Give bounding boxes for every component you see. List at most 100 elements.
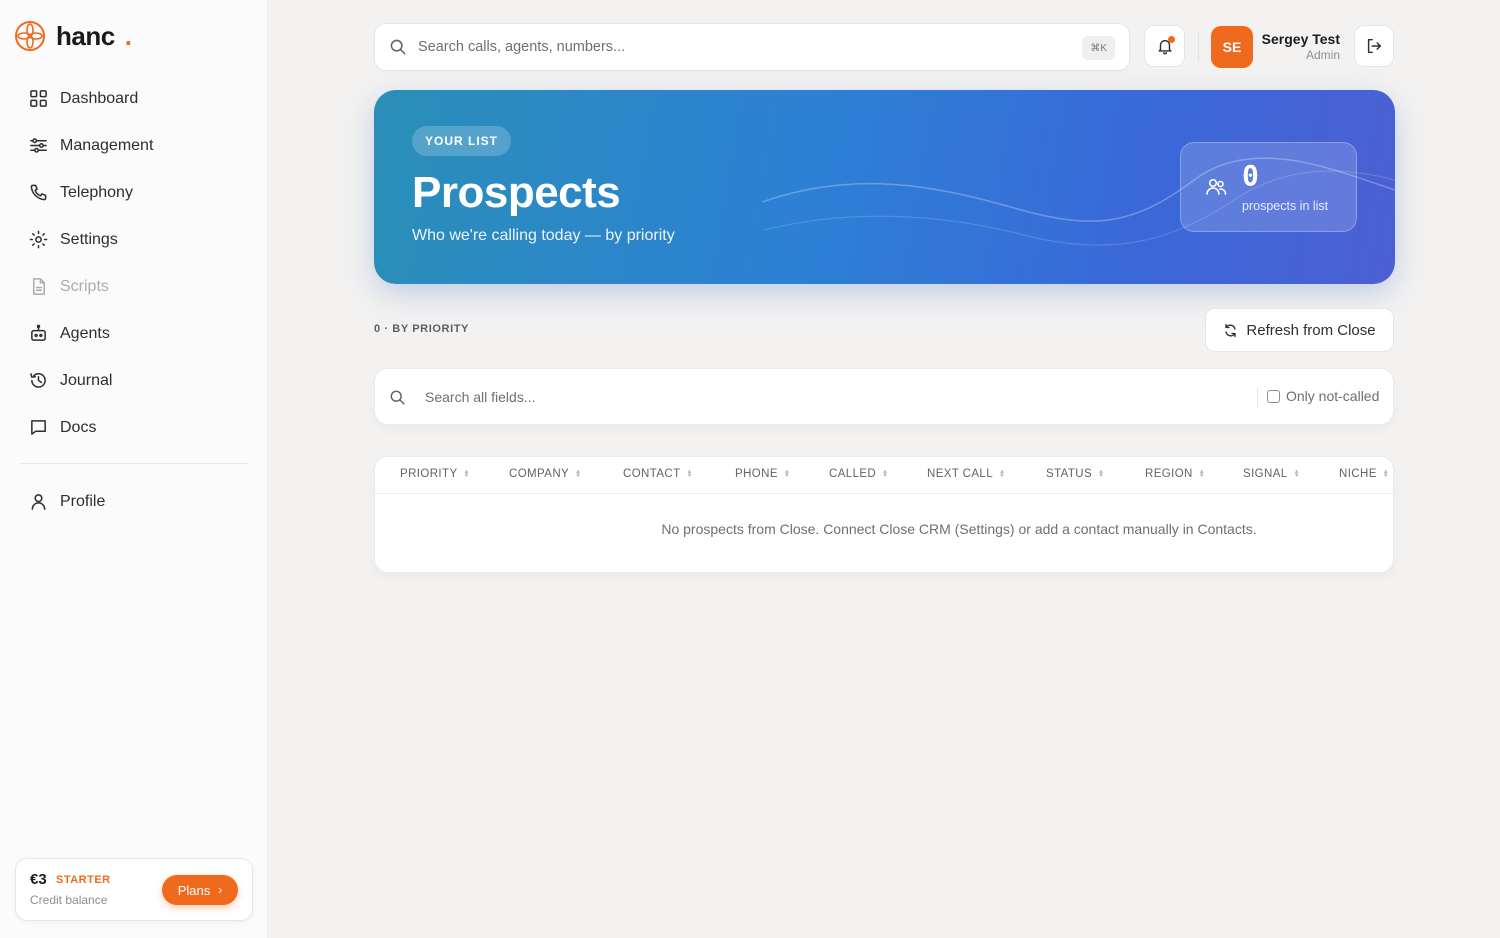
user-name: Sergey Test (1261, 31, 1340, 47)
column-header-next-call[interactable]: NEXT CALL ▲ ▼ (927, 468, 1005, 480)
logo[interactable]: hanc . (14, 20, 132, 52)
sidebar-item-management[interactable]: Management (18, 122, 250, 169)
filter-bar: Search all fields... Only not-called (374, 368, 1394, 425)
only-not-called-label: Only not-called (1286, 388, 1380, 404)
column-header-contact[interactable]: CONTACT ▲ ▼ (623, 468, 693, 480)
sidebar-item-label: Profile (60, 492, 106, 510)
column-header-niche[interactable]: NICHE ▲ ▼ (1339, 468, 1389, 480)
sidebar-item-docs[interactable]: Docs (18, 404, 250, 451)
global-search-input[interactable]: Search calls, agents, numbers... ⌘K (374, 23, 1130, 71)
prospects-count-label: prospects in list (1242, 199, 1329, 213)
sidebar-item-profile[interactable]: Profile (18, 478, 250, 525)
sort-icon: ▲ ▼ (1382, 469, 1390, 479)
filter-divider (1257, 388, 1258, 408)
credit-amount: €3 (30, 871, 47, 888)
plans-button[interactable]: Plans › (162, 875, 238, 905)
sidebar-item-telephony[interactable]: Telephony (18, 169, 250, 216)
chat-icon (28, 418, 48, 438)
empty-state-message: No prospects from Close. Connect Close C… (661, 521, 1257, 537)
sidebar-profile-section: Profile (18, 478, 250, 525)
column-label: CALLED (829, 468, 877, 480)
sidebar-item-label: Journal (60, 371, 113, 389)
sidebar-item-label: Settings (60, 230, 118, 248)
shortcut-badge: ⌘K (1082, 36, 1115, 60)
user-icon (28, 492, 48, 512)
logout-button[interactable] (1354, 25, 1394, 67)
column-label: NICHE (1339, 468, 1377, 480)
notification-dot (1168, 36, 1175, 43)
phone-icon (28, 183, 48, 203)
prospects-count: 0 (1242, 159, 1259, 192)
credit-card: €3 STARTER Credit balance Plans › (15, 858, 253, 921)
notifications-button[interactable] (1144, 25, 1185, 67)
refresh-icon (1225, 323, 1237, 337)
prospects-table: PRIORITY ▲ ▼ COMPANY ▲ ▼ CONTACT ▲ ▼ PHONE ▲ ▼ C… (374, 456, 1394, 573)
sidebar-item-label: Dashboard (60, 89, 139, 107)
gear-icon (28, 230, 48, 250)
column-header-signal[interactable]: SIGNAL ▲ ▼ (1243, 468, 1300, 480)
prospects-hero: YOUR LIST Prospects Who we're calling to… (374, 90, 1395, 284)
sidebar-item-label: Scripts (60, 277, 109, 295)
sort-icon: ▲ ▼ (1293, 469, 1300, 479)
sort-icon: ▲ ▼ (1098, 469, 1105, 479)
brand-dot: . (124, 20, 132, 51)
refresh-button-label: Refresh from Close (1246, 321, 1376, 339)
column-header-status[interactable]: STATUS ▲ ▼ (1046, 468, 1104, 480)
sidebar-item-label: Telephony (60, 183, 133, 201)
credit-label: Credit balance (30, 893, 108, 907)
sidebar-item-label: Management (60, 136, 154, 154)
column-label: REGION (1145, 468, 1193, 480)
search-icon (390, 39, 406, 55)
grid-icon (28, 89, 48, 109)
sidebar: hanc . Dashboard Management Telephony Se… (0, 0, 268, 938)
only-not-called-toggle[interactable]: Only not-called (1267, 388, 1379, 404)
plan-badge: STARTER (56, 874, 111, 886)
section-label: 0 · BY PRIORITY (374, 323, 469, 335)
sidebar-item-settings[interactable]: Settings (18, 216, 250, 263)
topbar-divider (1198, 32, 1199, 62)
sidebar-nav: Dashboard Management Telephony Settings … (18, 75, 250, 451)
plans-button-label: Plans (177, 882, 211, 898)
only-not-called-checkbox[interactable] (1267, 389, 1280, 403)
column-header-region[interactable]: REGION ▲ ▼ (1145, 468, 1205, 480)
column-label: PRIORITY (400, 468, 458, 480)
logo-icon (15, 21, 45, 51)
brand-name: hanc (56, 20, 115, 51)
column-header-phone[interactable]: PHONE ▲ ▼ (735, 468, 790, 480)
sort-icon: ▲ ▼ (1198, 469, 1206, 479)
sort-icon: ▲ ▼ (999, 469, 1006, 479)
sort-icon: ▲ ▼ (882, 469, 889, 479)
avatar[interactable]: SE (1211, 26, 1253, 68)
column-label: PHONE (735, 468, 778, 480)
nav-divider (20, 463, 248, 464)
sidebar-item-label: Agents (60, 324, 110, 342)
users-icon (1206, 178, 1227, 195)
sort-icon: ▲ ▼ (686, 469, 693, 479)
column-header-priority[interactable]: PRIORITY ▲ ▼ (400, 468, 470, 480)
column-label: COMPANY (509, 468, 570, 480)
column-header-company[interactable]: COMPANY ▲ ▼ (509, 468, 581, 480)
column-label: SIGNAL (1243, 468, 1288, 480)
sort-icon: ▲ ▼ (783, 469, 791, 479)
sidebar-item-dashboard[interactable]: Dashboard (18, 75, 250, 122)
logout-icon (1367, 38, 1382, 54)
search-placeholder: Search calls, agents, numbers... (418, 39, 626, 55)
search-icon (390, 390, 405, 405)
column-header-called[interactable]: CALLED ▲ ▼ (829, 468, 889, 480)
refresh-button[interactable]: Refresh from Close (1205, 308, 1394, 352)
robot-icon (28, 324, 48, 344)
sidebar-item-journal[interactable]: Journal (18, 357, 250, 404)
chevron-right-icon: › (218, 883, 223, 897)
sidebar-item-scripts[interactable]: Scripts (18, 263, 250, 310)
table-header: PRIORITY ▲ ▼ COMPANY ▲ ▼ CONTACT ▲ ▼ PHONE ▲ ▼ C… (375, 457, 1393, 494)
column-label: STATUS (1046, 468, 1093, 480)
user-role: Admin (1305, 48, 1340, 62)
history-icon (28, 371, 48, 391)
sliders-icon (28, 136, 48, 156)
sort-icon: ▲ ▼ (463, 469, 470, 479)
page-title: Prospects (412, 168, 621, 217)
column-label: NEXT CALL (927, 468, 994, 480)
sidebar-item-agents[interactable]: Agents (18, 310, 250, 357)
prospects-count-card: 0 prospects in list (1180, 142, 1357, 232)
filter-search-input[interactable]: Search all fields... (425, 389, 536, 405)
